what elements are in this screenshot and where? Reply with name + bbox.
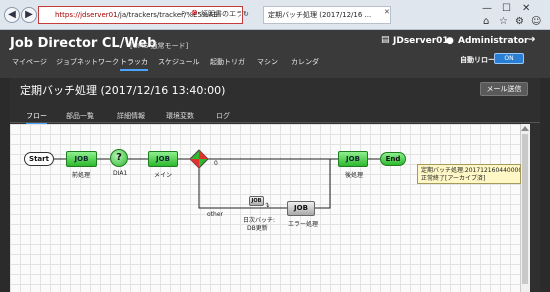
job-main-label: メイン: [154, 172, 173, 179]
branch-other-label: other: [207, 211, 223, 218]
dialog-label: DIA1: [113, 170, 128, 177]
job-node-post[interactable]: JOB: [338, 151, 368, 167]
tooltip-line-1: 定期バッチ処理.201712160440000: [421, 167, 521, 174]
dialog-node[interactable]: ?: [110, 149, 128, 167]
job-error-label: エラー処理: [288, 221, 319, 228]
connector-other: [198, 168, 287, 209]
job-post-label: 後処理: [345, 172, 364, 179]
start-node[interactable]: Start: [24, 152, 54, 166]
flow-connectors: [54, 158, 380, 209]
job-node-daily[interactable]: JOB: [249, 196, 264, 206]
tooltip-line-2: 正常終了[アーカイブ済]: [421, 175, 486, 182]
node-tooltip: 定期バッチ処理.201712160440000 正常終了[アーカイブ済]: [417, 164, 521, 184]
job-node-main[interactable]: JOB: [148, 151, 178, 167]
job-pre-label: 前処理: [72, 172, 91, 179]
branch-node[interactable]: [189, 149, 209, 169]
job-node-pre[interactable]: JOB: [66, 151, 97, 167]
daily-batch-label-2: DB更新: [247, 225, 268, 232]
sub-arrow-icon: ↴: [264, 201, 270, 209]
branch-zero-label: 0: [214, 160, 218, 167]
connector-error-merge: [315, 159, 331, 209]
end-node[interactable]: End: [380, 152, 406, 166]
job-node-error[interactable]: JOB: [287, 201, 315, 216]
